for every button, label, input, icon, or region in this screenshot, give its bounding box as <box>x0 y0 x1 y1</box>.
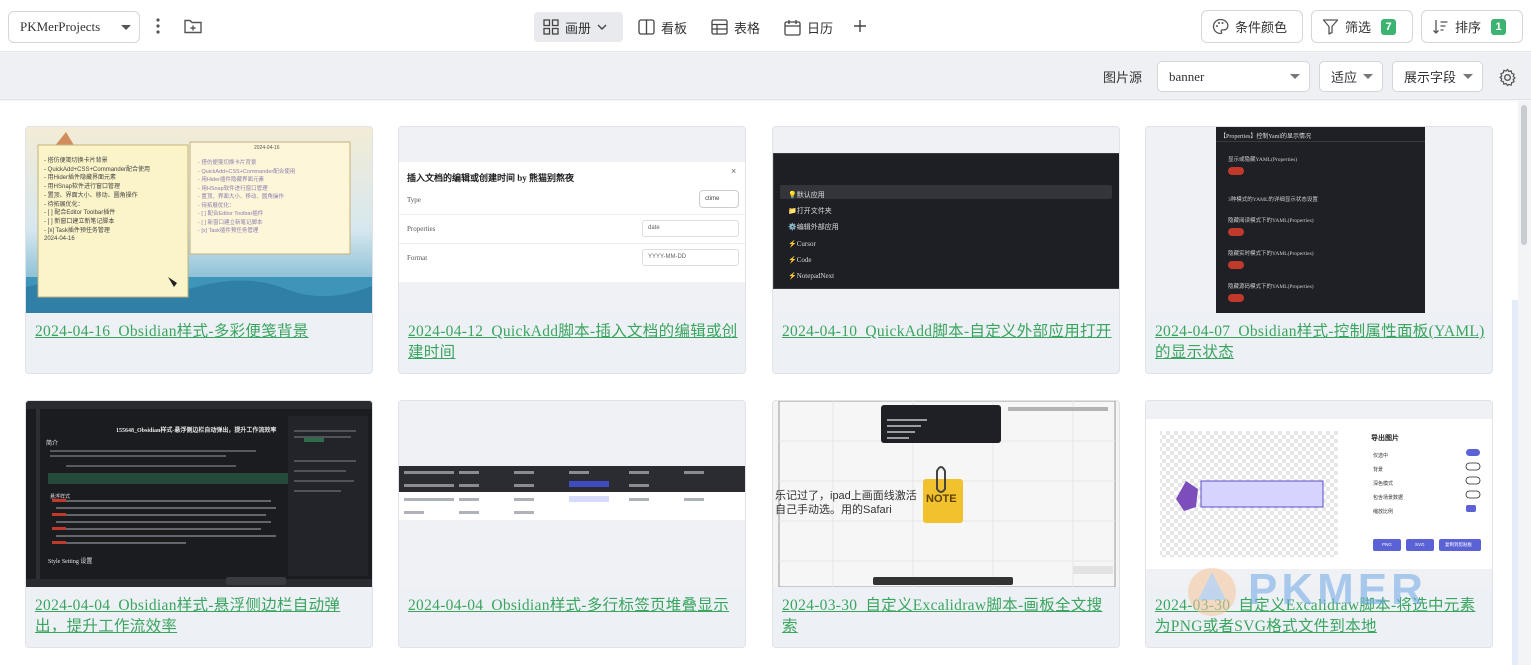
image-source-label: 图片源 <box>1103 70 1143 85</box>
gallery-card[interactable]: 插入文档的编辑或创建时间 by 熊猫别熬夜 × Type ctime Prope… <box>398 126 746 374</box>
card-thumbnail: - 搭仿便笺切换卡片背景 - QuickAdd+CSS+Commander配合使… <box>26 127 372 313</box>
filter-label: 筛选 <box>1345 20 1372 35</box>
card-thumbnail: 插入文档的编辑或创建时间 by 熊猫别熬夜 × Type ctime Prope… <box>399 127 745 313</box>
tab-calendar-label: 日历 <box>807 20 834 36</box>
sort-icon <box>1433 20 1448 34</box>
image-source-value: banner <box>1169 68 1205 84</box>
gallery-settings-bar: 图片源 banner 适应 展示字段 <box>0 53 1531 100</box>
card-thumbnail: 💡默认应用 📁打开文件夹 ⚙️编辑外部应用 ⚡Cursor ⚡Code ⚡Not… <box>773 127 1119 313</box>
gallery-card[interactable]: NOTE 乐记过了，ipad上画面线激活 自己手动选。用的Safari 2024… <box>772 400 1120 648</box>
top-toolbar: PKMerProjects 画册 看板 表格 日历 条件颜色 筛选 7 排序 1 <box>0 0 1531 52</box>
palette-icon <box>1212 18 1229 35</box>
tab-calendar[interactable]: 日历 <box>775 12 842 42</box>
tab-table-label: 表格 <box>734 20 761 36</box>
fit-select[interactable]: 适应 <box>1319 61 1383 92</box>
chevron-down-icon <box>597 24 607 30</box>
grid-icon <box>543 19 559 35</box>
gallery-scrollbar[interactable] <box>1518 101 1531 665</box>
kanban-icon <box>638 19 655 35</box>
filter-count-badge: 7 <box>1381 18 1397 35</box>
new-folder-icon[interactable] <box>181 14 205 38</box>
filter-button[interactable]: 筛选 7 <box>1311 10 1413 43</box>
fields-value: 展示字段 <box>1404 70 1457 85</box>
image-source-select[interactable]: banner <box>1157 61 1310 92</box>
gallery-card[interactable]: 【Properties】控制Yaml的显示情况 显示或隐藏YAML(Proper… <box>1145 126 1493 374</box>
chevron-down-icon <box>1290 74 1300 79</box>
card-title-link[interactable]: 2024-04-10_QuickAdd脚本-自定义外部应用打开 <box>782 321 1112 342</box>
close-icon: × <box>731 166 737 176</box>
sort-button[interactable]: 排序 1 <box>1421 10 1523 43</box>
filter-icon <box>1322 19 1339 35</box>
tab-gallery-label: 画册 <box>565 20 592 36</box>
project-select[interactable]: PKMerProjects <box>8 11 140 43</box>
gallery-card[interactable]: - 搭仿便笺切换卡片背景 - QuickAdd+CSS+Commander配合使… <box>25 126 373 374</box>
watermark-text: PKMER <box>1248 565 1427 614</box>
pkmer-logo-icon <box>1188 568 1236 616</box>
scrollbar-thumb[interactable] <box>1521 105 1527 245</box>
calendar-icon <box>784 19 801 36</box>
fields-select[interactable]: 展示字段 <box>1392 61 1483 92</box>
project-select-value: PKMerProjects <box>20 19 101 34</box>
sort-label: 排序 <box>1455 20 1482 35</box>
tab-table[interactable]: 表格 <box>702 12 769 42</box>
gallery-card[interactable]: 155648_Obsidian样式-悬浮侧边栏自动弹出，提升工作流效率 简介 悬… <box>25 400 373 648</box>
tab-kanban[interactable]: 看板 <box>629 12 696 42</box>
sort-count-badge: 1 <box>1491 18 1507 35</box>
gallery-card[interactable]: 2024-04-04_Obsidian样式-多行标签页堆叠显示 <box>398 400 746 648</box>
table-icon <box>711 19 728 35</box>
fit-value: 适应 <box>1331 70 1358 85</box>
tab-gallery[interactable]: 画册 <box>534 12 623 42</box>
chevron-down-icon <box>1363 74 1373 79</box>
card-thumbnail: 155648_Obsidian样式-悬浮侧边栏自动弹出，提升工作流效率 简介 悬… <box>26 401 372 587</box>
card-title-link[interactable]: 2024-04-07_Obsidian样式-控制属性面板(YAML)的显示状态 <box>1155 321 1485 363</box>
gallery-card[interactable]: 💡默认应用 📁打开文件夹 ⚙️编辑外部应用 ⚡Cursor ⚡Code ⚡Not… <box>772 126 1120 374</box>
card-thumbnail: NOTE 乐记过了，ipad上画面线激活 自己手动选。用的Safari <box>773 401 1119 587</box>
chevron-down-icon <box>1463 74 1473 79</box>
card-title-link[interactable]: 2024-03-30_自定义Excalidraw脚本-画板全文搜索 <box>782 595 1112 637</box>
card-title-link[interactable]: 2024-04-12_QuickAdd脚本-插入文档的编辑或创建时间 <box>408 321 738 363</box>
condition-color-button[interactable]: 条件颜色 <box>1201 10 1303 43</box>
condition-color-label: 条件颜色 <box>1235 20 1288 35</box>
card-title-link[interactable]: 2024-04-16_Obsidian样式-多彩便笺背景 <box>35 321 365 342</box>
gear-icon[interactable] <box>1495 65 1519 89</box>
add-view-icon[interactable] <box>848 14 872 38</box>
tab-kanban-label: 看板 <box>661 20 688 36</box>
chevron-down-icon <box>121 25 131 30</box>
card-thumbnail: 【Properties】控制Yaml的显示情况 显示或隐藏YAML(Proper… <box>1146 127 1492 313</box>
dialog-preview: 插入文档的编辑或创建时间 by 熊猫别熬夜 × Type ctime Prope… <box>399 162 745 282</box>
card-thumbnail <box>399 401 745 587</box>
more-vertical-icon[interactable] <box>146 14 170 38</box>
card-title-link[interactable]: 2024-04-04_Obsidian样式-悬浮侧边栏自动弹出，提升工作流效率 <box>35 595 365 637</box>
card-title-link[interactable]: 2024-04-04_Obsidian样式-多行标签页堆叠显示 <box>408 595 738 616</box>
pkmer-watermark: PKMER <box>1182 560 1427 620</box>
